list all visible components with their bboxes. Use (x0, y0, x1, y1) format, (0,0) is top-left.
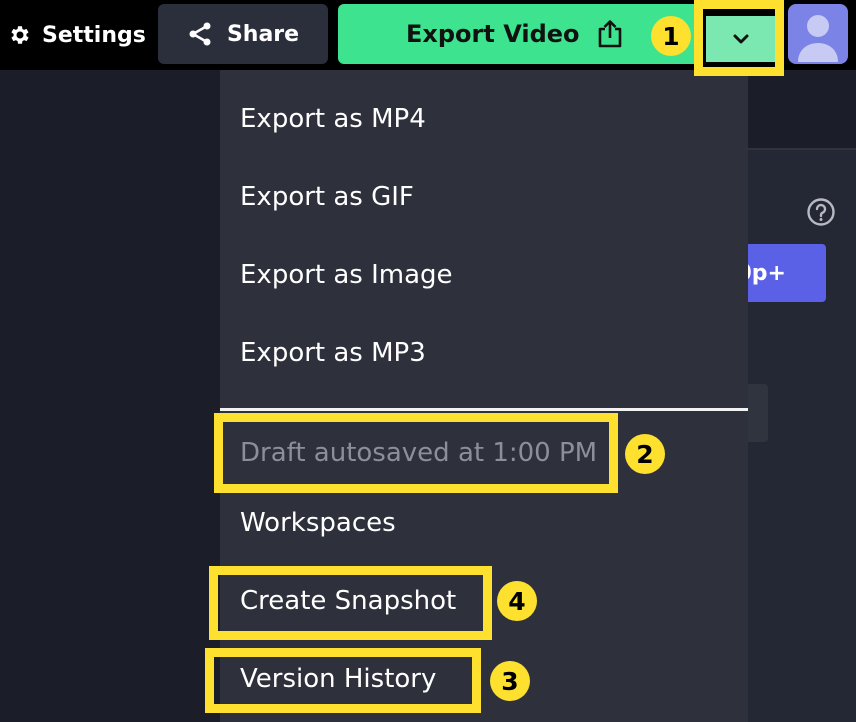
menu-item-export-image[interactable]: Export as Image (240, 260, 453, 290)
highlight-box-create-snapshot (209, 566, 492, 640)
settings-button[interactable]: Settings (8, 14, 146, 56)
highlight-box-version-history (205, 648, 481, 713)
menu-item-export-mp4[interactable]: Export as MP4 (240, 104, 426, 134)
annotation-badge-2: 2 (625, 434, 665, 474)
export-video-label: Export Video (406, 20, 580, 48)
highlight-box-draft-status (214, 413, 618, 493)
share-label: Share (226, 21, 300, 47)
share-icon (189, 22, 211, 46)
avatar[interactable] (788, 4, 848, 64)
annotation-badge-3: 3 (490, 661, 530, 701)
export-video-button[interactable]: Export Video (338, 4, 700, 64)
menu-item-workspaces[interactable]: Workspaces (240, 508, 396, 538)
highlight-box-dropdown (694, 0, 784, 76)
annotation-badge-1: 1 (651, 16, 691, 56)
gear-icon (11, 26, 29, 44)
menu-item-export-mp3[interactable]: Export as MP3 (240, 338, 426, 368)
annotation-badge-4: 4 (497, 581, 537, 621)
settings-label: Settings (42, 22, 146, 48)
menu-item-export-gif[interactable]: Export as GIF (240, 182, 414, 212)
question-circle-icon[interactable] (806, 197, 836, 227)
share-button[interactable]: Share (158, 4, 328, 64)
menu-divider (220, 408, 748, 411)
upload-icon (598, 20, 621, 48)
user-icon (798, 15, 838, 62)
